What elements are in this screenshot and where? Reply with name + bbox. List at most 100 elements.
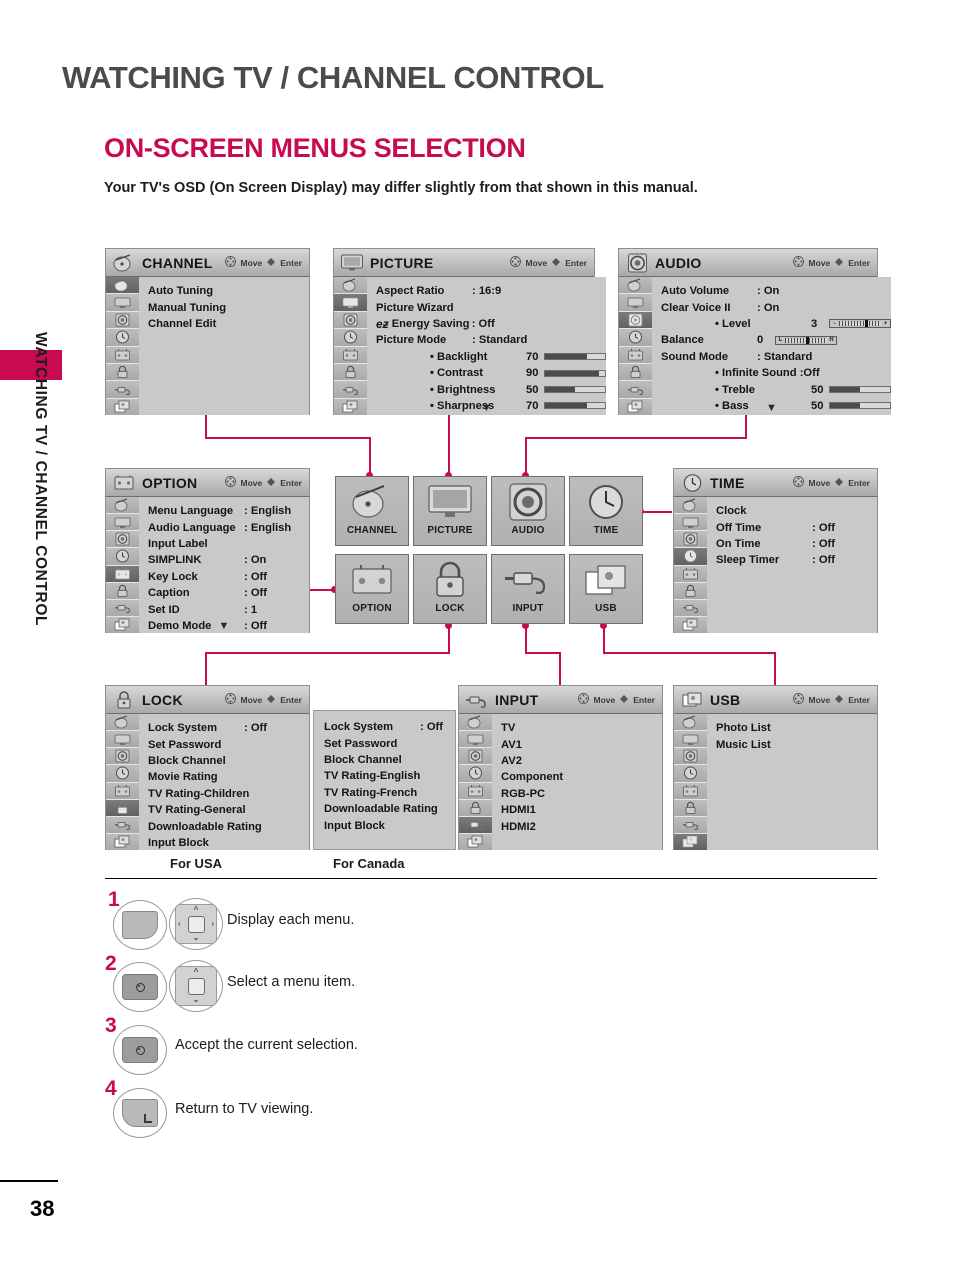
osd-row[interactable]: Balance 0 L R	[661, 332, 891, 348]
menu-tile-time[interactable]: TIME	[569, 476, 643, 546]
rail-icon-usb-media[interactable]	[106, 398, 139, 415]
rail-icon-satellite-dish[interactable]	[674, 714, 707, 732]
osd-row[interactable]: Input Label	[148, 536, 309, 552]
osd-row[interactable]: TV Rating-General	[148, 802, 309, 818]
rail-icon-option[interactable]	[619, 346, 652, 364]
rail-icon-usb-media[interactable]	[459, 833, 492, 850]
osd-row[interactable]: Picture Wizard	[376, 299, 606, 315]
rail-icon-satellite-dish[interactable]	[619, 277, 652, 295]
rail-icon-tv-monitor[interactable]	[106, 514, 139, 532]
osd-row[interactable]: TV Rating-French	[324, 785, 455, 801]
rail-icon-tv-monitor[interactable]	[674, 731, 707, 749]
osd-row[interactable]: Off Time: Off	[716, 519, 877, 535]
rail-icon-option[interactable]	[674, 565, 707, 583]
rail-icon-padlock[interactable]	[459, 799, 492, 817]
osd-row[interactable]: Downloadable Rating	[324, 801, 455, 817]
osd-row[interactable]: AV1	[501, 736, 662, 752]
osd-row[interactable]: AV2	[501, 753, 662, 769]
rail-icon-speaker[interactable]	[674, 748, 707, 766]
rail-icon-padlock[interactable]	[674, 799, 707, 817]
menu-tile-option[interactable]: OPTION	[335, 554, 409, 624]
accept-button-key[interactable]	[113, 1025, 167, 1075]
rail-icon-satellite-dish[interactable]	[106, 497, 139, 515]
osd-slider-bar[interactable]	[829, 402, 891, 410]
rail-icon-clock[interactable]	[674, 548, 707, 566]
rail-icon-clock[interactable]	[459, 765, 492, 783]
menu-tile-input[interactable]: INPUT	[491, 554, 565, 624]
osd-row[interactable]: Photo List	[716, 720, 877, 736]
menu-tile-picture[interactable]: PICTURE	[413, 476, 487, 546]
rail-icon-padlock[interactable]	[674, 582, 707, 600]
osd-row[interactable]: Aspect Ratio: 16:9	[376, 283, 606, 299]
menu-tile-channel[interactable]: CHANNEL	[335, 476, 409, 546]
osd-row[interactable]: • Treble 50	[661, 381, 891, 397]
osd-row[interactable]: TV	[501, 720, 662, 736]
osd-row[interactable]: Lock System: Off	[148, 720, 309, 736]
back-button-key[interactable]	[113, 1088, 167, 1138]
rail-icon-tv-monitor[interactable]	[106, 294, 139, 312]
osd-row[interactable]: Auto Tuning	[148, 283, 309, 299]
osd-row[interactable]: • Backlight 70	[376, 349, 606, 365]
osd-row[interactable]: Auto Volume: On	[661, 283, 891, 299]
rail-icon-option[interactable]	[674, 782, 707, 800]
menu-button-key[interactable]	[113, 900, 167, 950]
osd-tick-slider[interactable]: LR	[775, 335, 837, 345]
menu-tile-audio[interactable]: AUDIO	[491, 476, 565, 546]
osd-tick-slider[interactable]: - +	[829, 319, 891, 329]
rail-icon-usb-media[interactable]	[674, 616, 707, 633]
osd-row[interactable]: Block Channel	[148, 753, 309, 769]
rail-icon-padlock[interactable]	[619, 363, 652, 382]
rail-icon-usb-media[interactable]	[334, 398, 367, 415]
rail-icon-tv-monitor[interactable]	[619, 294, 652, 312]
osd-slider-bar[interactable]	[544, 402, 606, 410]
osd-slider-bar[interactable]	[544, 353, 606, 361]
osd-row[interactable]: • Level 3- +	[661, 316, 891, 332]
rail-icon-input-plug[interactable]	[619, 381, 652, 399]
osd-row[interactable]: Sleep Timer: Off	[716, 552, 877, 568]
osd-row[interactable]: Clear Voice II: On	[661, 299, 891, 315]
rail-icon-speaker[interactable]	[619, 311, 652, 330]
osd-row[interactable]: Manual Tuning	[148, 299, 309, 315]
osd-row[interactable]: Set ID: 1	[148, 601, 309, 617]
rail-icon-clock[interactable]	[106, 765, 139, 783]
rail-icon-input-plug[interactable]	[674, 599, 707, 617]
navigation-button-key[interactable]: ^ ⌄ ‹ ›	[169, 898, 223, 950]
osd-row[interactable]: On Time: Off	[716, 536, 877, 552]
rail-icon-padlock[interactable]	[106, 363, 139, 382]
osd-slider-bar[interactable]	[544, 369, 606, 377]
rail-icon-speaker[interactable]	[106, 531, 139, 549]
rail-icon-speaker[interactable]	[459, 748, 492, 766]
rail-icon-padlock[interactable]	[106, 799, 139, 817]
rail-icon-speaker[interactable]	[674, 531, 707, 549]
osd-row[interactable]: Set Password	[148, 736, 309, 752]
rail-icon-speaker[interactable]	[106, 748, 139, 766]
rail-icon-satellite-dish[interactable]	[334, 277, 367, 295]
osd-row[interactable]: Menu Language: English	[148, 503, 309, 519]
menu-tile-lock[interactable]: LOCK	[413, 554, 487, 624]
slider-knob[interactable]	[865, 320, 869, 328]
osd-row[interactable]: Component	[501, 769, 662, 785]
osd-row[interactable]: Set Password	[324, 735, 455, 751]
rail-icon-tv-monitor[interactable]	[106, 731, 139, 749]
rail-icon-tv-monitor[interactable]	[334, 294, 367, 312]
rail-icon-padlock[interactable]	[334, 363, 367, 382]
rail-icon-option[interactable]	[106, 346, 139, 364]
rail-icon-input-plug[interactable]	[106, 599, 139, 617]
rail-icon-clock[interactable]	[106, 329, 139, 347]
rail-icon-satellite-dish[interactable]	[674, 497, 707, 515]
rail-icon-clock[interactable]	[619, 329, 652, 347]
osd-row[interactable]: Audio Language: English	[148, 519, 309, 535]
osd-slider-bar[interactable]	[544, 386, 606, 394]
osd-row[interactable]: Lock System: Off	[324, 719, 455, 735]
osd-row[interactable]: Movie Rating	[148, 769, 309, 785]
slider-knob[interactable]	[806, 336, 809, 344]
rail-icon-usb-media[interactable]	[106, 833, 139, 850]
osd-row[interactable]: Channel Edit	[148, 316, 309, 332]
osd-row[interactable]: RGB-PC	[501, 786, 662, 802]
osd-row[interactable]: Picture Mode: Standard	[376, 332, 606, 348]
rail-icon-option[interactable]	[334, 346, 367, 364]
osd-row[interactable]: Music List	[716, 736, 877, 752]
osd-row[interactable]: Input Block	[324, 817, 455, 833]
osd-row[interactable]: Clock	[716, 503, 877, 519]
rail-icon-speaker[interactable]	[334, 311, 367, 330]
